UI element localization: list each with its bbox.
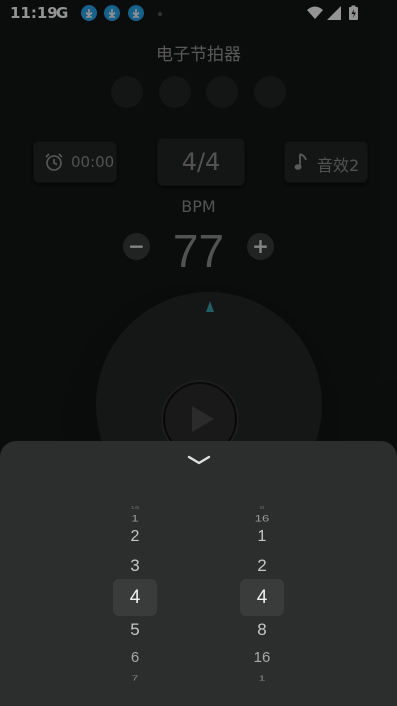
time-signature-sheet <box>0 441 397 706</box>
picker-item[interactable]: 5 <box>113 620 157 640</box>
picker-item[interactable]: 2 <box>113 528 157 546</box>
picker-item[interactable]: 16 <box>240 513 284 524</box>
picker-item[interactable]: 7 <box>113 674 157 682</box>
picker-item[interactable]: 8 <box>240 505 284 510</box>
picker-item[interactable]: 8 <box>240 620 284 640</box>
picker-item[interactable]: 3 <box>113 556 157 576</box>
metronome-screen: 11:19 G 电子节拍器 00:00 4/4 音效2 BPM − 77 + 1… <box>0 0 397 706</box>
picker-item[interactable]: 16 <box>240 649 284 666</box>
chevron-down-icon[interactable] <box>187 452 211 471</box>
picker-item[interactable]: 1 <box>240 528 284 546</box>
picker-item-selected[interactable]: 4 <box>240 587 284 609</box>
picker-item-selected[interactable]: 4 <box>113 587 157 609</box>
picker-item[interactable]: 6 <box>113 649 157 666</box>
picker-item[interactable]: 1 <box>113 513 157 524</box>
picker-item[interactable]: 2 <box>240 556 284 576</box>
picker-item[interactable]: 1 <box>240 674 284 682</box>
picker-item[interactable]: 16 <box>113 505 157 510</box>
